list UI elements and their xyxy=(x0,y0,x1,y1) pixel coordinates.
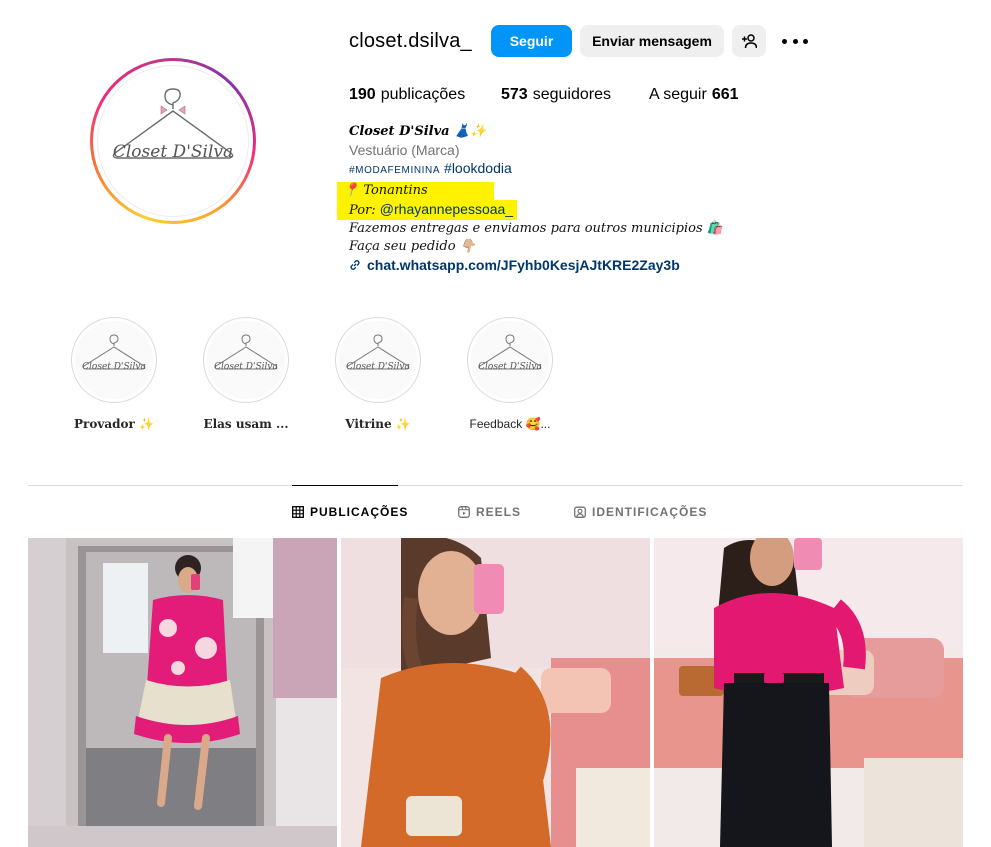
dot xyxy=(803,38,808,44)
highlight-label: Feedback 🥰... xyxy=(469,417,551,431)
highlight-label: Vitrine ✨ xyxy=(345,417,411,431)
svg-text:Closet D'Silva: Closet D'Silva xyxy=(82,362,146,372)
highlight-cover: Closet D'Silva xyxy=(71,317,157,403)
bio-by-prefix: Por: xyxy=(349,203,380,218)
post-thumbnail[interactable] xyxy=(28,538,337,847)
reels-icon xyxy=(458,506,470,518)
post-image xyxy=(654,538,963,847)
highlight-logo: Closet D'Silva xyxy=(471,321,549,399)
highlight-cover: Closet D'Silva xyxy=(203,317,289,403)
tab-posts[interactable]: PUBLICAÇÕES xyxy=(292,505,408,519)
tagged-icon xyxy=(574,506,586,518)
highlight-cover: Closet D'Silva xyxy=(467,317,553,403)
profile-avatar[interactable]: Closet D'Silva xyxy=(90,58,256,224)
dot xyxy=(782,38,787,44)
svg-text:Closet D'Silva: Closet D'Silva xyxy=(113,142,233,162)
bio-location-row: 📍 Tonantins xyxy=(337,180,769,200)
dot xyxy=(792,38,798,44)
tab-tagged-label: IDENTIFICAÇÕES xyxy=(592,505,708,519)
bio-hashtags: #modafeminina #lookdodia xyxy=(349,159,769,180)
following-label: A seguir xyxy=(649,86,707,103)
send-message-button[interactable]: Enviar mensagem xyxy=(580,25,724,57)
username: closet.dsilva_ xyxy=(349,30,472,52)
more-options-icon[interactable] xyxy=(782,30,808,52)
tab-tagged[interactable]: IDENTIFICAÇÕES xyxy=(574,505,707,519)
mention-link[interactable]: @rhayannepessoaa_ xyxy=(380,201,513,217)
tab-reels-label: REELS xyxy=(476,505,522,519)
bio-by-wrapper: Por: @rhayannepessoaa_ xyxy=(337,200,518,220)
highlight-logo: Closet D'Silva xyxy=(207,321,285,399)
suggest-people-button[interactable] xyxy=(732,25,766,57)
hashtag-link[interactable]: #lookdodia xyxy=(444,160,512,176)
avatar-inner: Closet D'Silva xyxy=(93,61,253,221)
tab-posts-label: PUBLICAÇÕES xyxy=(310,505,409,519)
hashtag-link[interactable]: #modafeminina xyxy=(349,165,440,176)
bio-by-row: Por: @rhayannepessoaa_ xyxy=(337,200,769,220)
highlight-label: Elas usam ... xyxy=(203,417,289,431)
posts-count-label: publicações xyxy=(380,86,466,103)
story-highlight[interactable]: Closet D'Silva Provador ✨ xyxy=(49,317,179,431)
hanger-logo-icon: Closet D'Silva xyxy=(214,334,278,372)
hanger-logo-icon: Closet D'Silva xyxy=(82,334,146,372)
hanger-logo-icon: Closet D'Silva xyxy=(478,334,542,372)
bio-external-link[interactable]: chat.whatsapp.com/JFyhb0KesjAJtKRE2Zay3b xyxy=(349,256,769,274)
following-count-value: 661 xyxy=(711,86,739,103)
post-image xyxy=(341,538,650,847)
bio-order: Faça seu pedido 👇🏼 xyxy=(349,239,476,254)
svg-text:Closet D'Silva: Closet D'Silva xyxy=(346,362,410,372)
highlight-cover: Closet D'Silva xyxy=(335,317,421,403)
story-highlight[interactable]: Closet D'Silva Feedback 🥰... xyxy=(445,317,575,431)
hanger-logo-icon: Closet D'Silva xyxy=(112,88,234,162)
highlight-label: Provador ✨ xyxy=(74,417,154,431)
tabs-divider xyxy=(28,485,963,486)
bio-category: Vestuário (Marca) xyxy=(349,142,460,158)
svg-text:Closet D'Silva: Closet D'Silva xyxy=(478,362,542,372)
bio-delivery: Fazemos entregas e enviamos para outros … xyxy=(349,221,723,236)
grid-icon xyxy=(292,506,304,518)
posts-count-value: 190 xyxy=(349,86,376,103)
followers-link[interactable]: 573 seguidores xyxy=(501,86,611,104)
post-thumbnail[interactable] xyxy=(341,538,650,847)
highlight-logo: Closet D'Silva xyxy=(339,321,417,399)
active-tab-indicator xyxy=(292,485,398,486)
link-icon xyxy=(350,260,360,270)
story-highlight[interactable]: Closet D'Silva Vitrine ✨ xyxy=(313,317,443,431)
followers-label: seguidores xyxy=(532,86,611,103)
post-thumbnail[interactable] xyxy=(654,538,963,847)
post-image xyxy=(28,538,337,847)
highlight-logo: Closet D'Silva xyxy=(75,321,153,399)
profile-bio: Closet D'Silva 👗✨ Vestuário (Marca) #mod… xyxy=(337,123,769,274)
hanger-logo-icon: Closet D'Silva xyxy=(346,334,410,372)
posts-count: 190 publicações xyxy=(349,86,465,104)
bio-name: Closet D'Silva 👗✨ xyxy=(349,124,487,139)
add-person-icon xyxy=(742,34,757,49)
bio-link-text: chat.whatsapp.com/JFyhb0KesjAJtKRE2Zay3b xyxy=(367,257,680,273)
followers-count-value: 573 xyxy=(501,86,528,103)
svg-text:Closet D'Silva: Closet D'Silva xyxy=(214,362,278,372)
following-link[interactable]: A seguir 661 xyxy=(649,86,739,104)
follow-button[interactable]: Seguir xyxy=(491,25,572,57)
tab-reels[interactable]: REELS xyxy=(458,505,521,519)
bio-location: 📍 Tonantins xyxy=(337,182,494,200)
brand-logo: Closet D'Silva xyxy=(97,65,249,217)
story-highlight[interactable]: Closet D'Silva Elas usam ... xyxy=(181,317,311,431)
